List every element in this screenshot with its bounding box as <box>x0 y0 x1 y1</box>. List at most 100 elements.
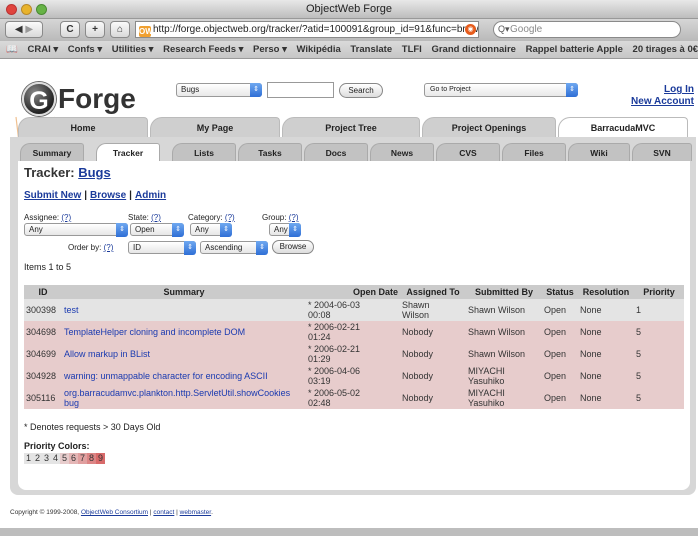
site-favicon-icon: OW <box>139 26 153 37</box>
close-window-button[interactable] <box>6 4 17 15</box>
category-help-link[interactable]: (?) <box>225 213 235 222</box>
bookmark-item[interactable]: Confs ▾ <box>68 44 102 55</box>
tab-project-tree[interactable]: Project Tree <box>282 117 420 137</box>
priority-colors-title: Priority Colors: <box>24 441 90 451</box>
bug-resolution: None <box>578 387 634 409</box>
col-open-date[interactable]: Open Date <box>306 285 400 299</box>
bookmark-item[interactable]: Utilities ▾ <box>112 44 154 55</box>
project-tabs: Summary Tracker Lists Tasks Docs News CV… <box>20 143 692 161</box>
rss-icon[interactable]: ◉ <box>465 24 476 35</box>
bookmark-item[interactable]: CRAI ▾ <box>27 44 58 55</box>
assignee-help-link[interactable]: (?) <box>61 213 71 222</box>
tab-files[interactable]: Files <box>502 143 566 161</box>
reload-button[interactable]: C <box>60 21 80 38</box>
bug-assigned-to: Nobody <box>400 343 466 365</box>
assignee-select[interactable]: Any ⇕ <box>24 223 128 237</box>
col-submitted-by[interactable]: Submitted By <box>466 285 542 299</box>
bug-summary-cell: test <box>62 299 306 321</box>
search-button[interactable]: Search <box>339 83 383 98</box>
col-priority[interactable]: Priority <box>634 285 684 299</box>
bookmark-item[interactable]: TLFI <box>402 44 422 55</box>
new-account-link[interactable]: New Account <box>631 96 694 108</box>
bookmarks-bar: 📖 CRAI ▾ Confs ▾ Utilities ▾ Research Fe… <box>0 41 698 59</box>
tab-summary[interactable]: Summary <box>20 143 84 161</box>
search-scope-select[interactable]: Bugs ⇕ <box>176 83 262 97</box>
bug-open-date: * 2004-06-03 00:08 <box>306 299 400 321</box>
category-select[interactable]: Any ⇕ <box>190 223 232 237</box>
bug-id: 300398 <box>24 299 62 321</box>
tab-my-page[interactable]: My Page <box>150 117 280 137</box>
bookmarks-book-icon[interactable]: 📖 <box>6 41 18 58</box>
col-assigned-to[interactable]: Assigned To <box>400 285 466 299</box>
add-bookmark-button[interactable]: + <box>85 21 105 38</box>
group-help-link[interactable]: (?) <box>289 213 299 222</box>
tab-home[interactable]: Home <box>18 117 148 137</box>
bookmark-item[interactable]: 20 tirages à 0€ <box>633 44 698 55</box>
tab-lists[interactable]: Lists <box>172 143 236 161</box>
login-link[interactable]: Log In <box>631 84 694 96</box>
bookmark-item[interactable]: Grand dictionnaire <box>431 44 515 55</box>
consortium-link[interactable]: ObjectWeb Consortium <box>81 509 148 516</box>
bookmark-item[interactable]: Wikipédia <box>297 44 341 55</box>
bug-summary-link[interactable]: test <box>64 305 79 315</box>
bookmark-item[interactable]: Rappel batterie Apple <box>526 44 623 55</box>
zoom-window-button[interactable] <box>36 4 47 15</box>
tab-barracudamvc[interactable]: BarracudaMVC <box>558 117 688 137</box>
browser-search-input[interactable]: Q▾ Google <box>493 21 681 38</box>
tracker-bugs-link[interactable]: Bugs <box>78 165 111 180</box>
browse-link[interactable]: Browse <box>90 190 126 201</box>
sort-direction-select[interactable]: Ascending ⇕ <box>200 241 268 255</box>
bookmark-item[interactable]: Perso ▾ <box>253 44 287 55</box>
bug-status: Open <box>542 365 578 387</box>
col-id[interactable]: ID <box>24 285 62 299</box>
order-by-select[interactable]: ID ⇕ <box>128 241 196 255</box>
back-forward-button[interactable]: ◀ ▶ <box>5 21 43 38</box>
bug-status: Open <box>542 321 578 343</box>
group-select[interactable]: Any ⇕ <box>269 223 301 237</box>
bug-status: Open <box>542 343 578 365</box>
tab-svn[interactable]: SVN <box>632 143 692 161</box>
table-header-row: ID Summary Open Date Assigned To Submitt… <box>24 285 684 299</box>
bug-summary-link[interactable]: Allow markup in BList <box>64 349 150 359</box>
order-help-link[interactable]: (?) <box>104 243 114 252</box>
bug-priority: 5 <box>634 387 684 409</box>
tab-wiki[interactable]: Wiki <box>568 143 630 161</box>
tab-tasks[interactable]: Tasks <box>238 143 302 161</box>
bug-submitted-by: MIYACHI Yasuhiko <box>466 365 542 387</box>
state-help-link[interactable]: (?) <box>151 213 161 222</box>
col-resolution[interactable]: Resolution <box>578 285 634 299</box>
home-button[interactable]: ⌂ <box>110 21 130 38</box>
tracker-title-prefix: Tracker: <box>24 165 75 180</box>
bug-summary-link[interactable]: TemplateHelper cloning and incomplete DO… <box>64 327 245 337</box>
site-search-input[interactable] <box>267 82 334 98</box>
table-row: 305116 org.barracudamvc.plankton.http.Se… <box>24 387 684 409</box>
forward-arrow-icon[interactable]: ▶ <box>25 24 33 35</box>
browse-button[interactable]: Browse <box>272 240 314 254</box>
webmaster-link[interactable]: webmaster <box>180 509 211 516</box>
tab-tracker[interactable]: Tracker <box>96 143 160 161</box>
bug-summary-link[interactable]: warning: unmappable character for encodi… <box>64 371 268 381</box>
bookmark-item[interactable]: Research Feeds ▾ <box>163 44 243 55</box>
url-input[interactable]: OWhttp://forge.objectweb.org/tracker/?at… <box>135 21 479 38</box>
tracker-panel: Tracker: Bugs Submit New | Browse | Admin As… <box>18 161 690 490</box>
contact-link[interactable]: contact <box>153 509 174 516</box>
assignee-label: Assignee: (?) <box>24 213 72 222</box>
back-arrow-icon[interactable]: ◀ <box>15 24 23 35</box>
bug-summary-link[interactable]: org.barracudamvc.plankton.http.ServletUt… <box>64 388 290 408</box>
tab-news[interactable]: News <box>370 143 434 161</box>
bug-id: 305116 <box>24 387 62 409</box>
col-status[interactable]: Status <box>542 285 578 299</box>
admin-link[interactable]: Admin <box>135 190 166 201</box>
minimize-window-button[interactable] <box>21 4 32 15</box>
submit-new-link[interactable]: Submit New <box>24 190 81 201</box>
bug-open-date: * 2006-04-06 03:19 <box>306 365 400 387</box>
bookmark-item[interactable]: Translate <box>350 44 392 55</box>
tab-project-openings[interactable]: Project Openings <box>422 117 556 137</box>
state-value: Open <box>135 225 155 234</box>
state-select[interactable]: Open ⇕ <box>130 223 184 237</box>
tab-cvs[interactable]: CVS <box>436 143 500 161</box>
col-summary[interactable]: Summary <box>62 285 306 299</box>
forge-logo[interactable]: G Forge <box>22 81 136 117</box>
tab-docs[interactable]: Docs <box>304 143 368 161</box>
goto-project-select[interactable]: Go to Project ⇕ <box>424 83 578 97</box>
